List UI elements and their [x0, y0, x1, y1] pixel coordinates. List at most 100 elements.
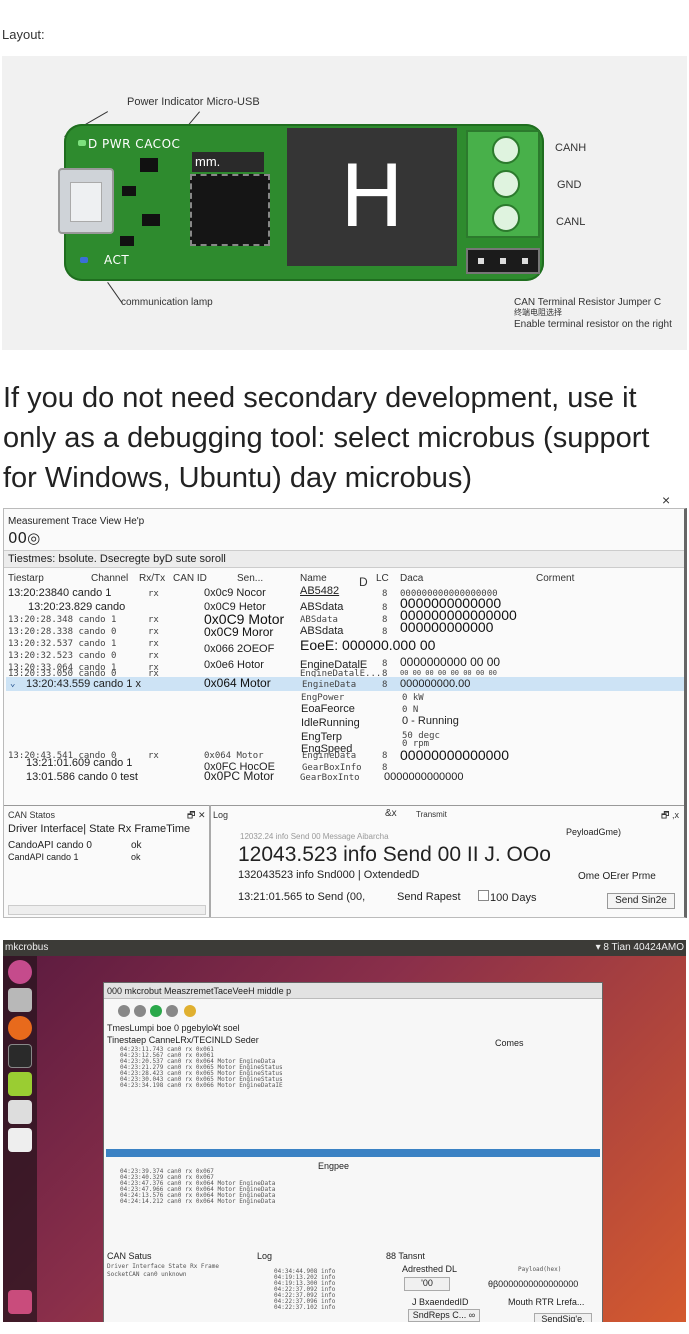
rtr-checkbox[interactable]: Mouth RTR Lrefa... [508, 1297, 584, 1307]
toolbar-value[interactable]: 00◎ [8, 529, 40, 547]
row-time[interactable]: 13:20:23840 cando 1 [8, 587, 111, 599]
row-name: ABSdata [300, 625, 344, 637]
transmit-title: 88 Tansnt [386, 1251, 425, 1261]
close-icon[interactable]: × [662, 492, 670, 508]
log-line-send: 13:21:01.565 to Send (00, [238, 891, 366, 903]
send-single-button[interactable]: Send Sin2e [607, 893, 675, 909]
stop-icon[interactable] [134, 1005, 146, 1017]
can-status-item[interactable]: CandoAPI cando 0 [8, 840, 92, 851]
col-header-rxtx[interactable]: Rx/Tx [139, 573, 165, 584]
row-id: 0x064 Motor [204, 751, 264, 761]
row-time[interactable]: 13:01.586 cando 0 test [26, 771, 138, 783]
row-time[interactable]: 13:20:28.348 cando 1 [8, 615, 116, 625]
layout-label: Layout: [2, 27, 45, 42]
adresthed-label: Adresthed DL [402, 1264, 458, 1274]
transmit-title: Transmit [416, 810, 447, 819]
pcb-label-act: ACT [104, 253, 130, 267]
row-name: EoeE: 000000.000 00 [300, 637, 436, 653]
log-line: 132043523 info Snd000 | OxtendedD [238, 869, 420, 881]
row-time[interactable]: 13:21:01.609 cando 1 [26, 757, 132, 769]
can-status-row[interactable]: SocketCAN can0 unknown [107, 1271, 186, 1278]
pane-pin-icon[interactable]: 🗗 ,x [661, 808, 679, 824]
log-line-big: 12043.523 info Send 00 II J. OOo [238, 843, 551, 866]
terminal-block [466, 130, 540, 238]
col-header-time[interactable]: Tiestarp [8, 573, 44, 584]
row-id: 0x0e6 Hotor [204, 659, 264, 671]
row-dlc: 8 [382, 751, 388, 761]
col-header-sender[interactable]: Sen... [237, 573, 263, 584]
col-header-canid[interactable]: CAN ID [173, 573, 207, 584]
terminal-icon[interactable] [8, 1044, 32, 1068]
row-rx: rx [148, 627, 159, 637]
dash-icon[interactable] [8, 960, 32, 984]
selected-row[interactable] [106, 1149, 600, 1157]
h-mark: H [287, 128, 457, 266]
other-label: Ome OErer Prme [578, 871, 656, 882]
selected-time[interactable]: 13:20:43.559 cando 1 x [26, 678, 141, 690]
trash-icon[interactable] [8, 1290, 32, 1314]
row-rx: rx [148, 651, 159, 661]
signal-value: 0 kW [402, 693, 424, 703]
selected-id: 0x064 Motor [204, 676, 271, 690]
col-header-name[interactable]: Name [300, 573, 327, 584]
tray-status[interactable]: ▾ 8 Tian 40424AMO [596, 942, 684, 953]
usb-drive-icon[interactable] [8, 1128, 32, 1152]
smd-component [122, 186, 136, 196]
days-field[interactable]: 100 Days [490, 892, 536, 904]
row-dlc: 8 [382, 615, 388, 625]
log-close[interactable]: &x [385, 808, 397, 819]
row-time[interactable]: 13:20:32.537 cando 1 [8, 639, 116, 649]
comment-header[interactable]: Comes [495, 1038, 524, 1048]
signal-name: IdleRunning [301, 717, 360, 729]
row-time[interactable]: 13:20:28.338 cando 0 [8, 627, 116, 637]
row-data: 0000000000000 [384, 771, 464, 783]
log-title: Log [257, 1251, 273, 1261]
col-header-data[interactable]: Daca [400, 573, 423, 584]
selected-name: EngineData [302, 680, 357, 690]
row-time[interactable]: 13:20:23.829 cando [28, 601, 125, 613]
ubuntu-desktop: mkcrobus ▾ 8 Tian 40424AMO 000 mkcrobut … [3, 940, 686, 1322]
intro-paragraph: If you do not need secondary development… [3, 382, 650, 494]
filter-bar[interactable]: Tiestmes: bsolute. Dsecregte byD sute so… [4, 550, 684, 568]
pane-separator [4, 805, 684, 806]
smd-component [140, 158, 158, 172]
row-dlc: 8 [382, 659, 388, 669]
firefox-icon[interactable] [8, 1016, 32, 1040]
row-time[interactable]: 13:20:32.523 cando 0 [8, 651, 116, 661]
pane-divider[interactable] [209, 805, 211, 917]
extended-checkbox[interactable]: J BxaendedID [412, 1297, 469, 1307]
repeat-checkbox[interactable] [478, 890, 489, 901]
row-rx: rx [148, 751, 159, 761]
drive-icon[interactable] [8, 1100, 32, 1124]
pane-pin-icon[interactable]: 🗗 ✕ [187, 808, 206, 824]
col-header-dlc[interactable]: LC [376, 573, 389, 584]
row-id: 0x0PC Motor [204, 769, 275, 783]
files-icon[interactable] [8, 988, 32, 1012]
log-line-faded: 12032.24 info Send 00 Message Aibarcha [240, 832, 389, 841]
menu-bar[interactable]: Measurement Trace View He'p [8, 516, 144, 527]
horizontal-scrollbar[interactable] [8, 905, 206, 915]
row-name: ABSdata [300, 615, 338, 625]
send-repeat-field[interactable]: SndReps C... ∞ [408, 1309, 480, 1322]
settings-icon[interactable] [166, 1005, 178, 1017]
table-header[interactable]: Tinestaep CanneLRx/TECINLD Seder [107, 1035, 259, 1045]
col-header-d[interactable]: D [359, 575, 368, 589]
save-icon[interactable] [150, 1005, 162, 1017]
col-header-comment[interactable]: Corment [536, 573, 574, 584]
payload-label: PeyloadGme) [566, 827, 622, 837]
row-data: 00000000000000 [400, 747, 510, 763]
can-status-item[interactable]: CandAPI cando 1 [8, 852, 79, 862]
app-icon[interactable] [8, 1072, 32, 1096]
col-header-channel[interactable]: Channel [91, 573, 128, 584]
start-icon[interactable] [118, 1005, 130, 1017]
filter-line[interactable]: TmesLumpi boe 0 pgebylo¥t soel [107, 1023, 240, 1033]
payload-input[interactable]: θβ0000000000000000 [488, 1279, 578, 1289]
send-single-button[interactable]: SendSig'e, [534, 1313, 592, 1322]
expand-chevron-icon[interactable]: ⌄ [10, 679, 15, 689]
id-input[interactable]: '00 [404, 1277, 450, 1291]
clear-icon[interactable] [184, 1005, 196, 1017]
can-status-header: Driver Interface State Rx Frame [107, 1263, 219, 1270]
canl-label: CANL [556, 216, 586, 228]
row-dlc: 8 [382, 627, 388, 637]
row-name: EngineData [302, 751, 357, 761]
